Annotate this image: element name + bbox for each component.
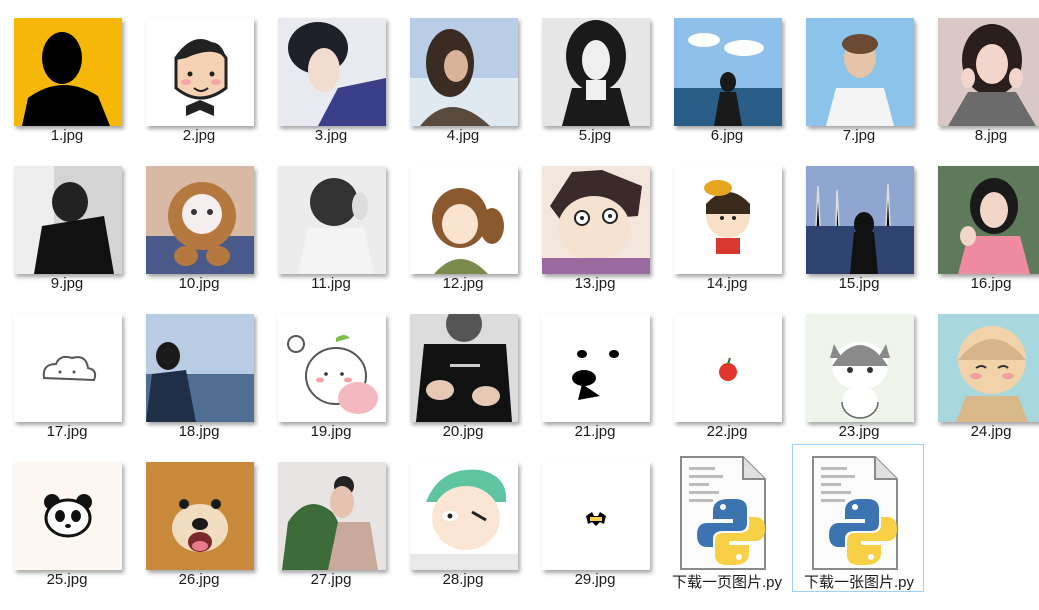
file-name-label: 2.jpg bbox=[182, 127, 216, 144]
image-file-item[interactable]: 24.jpg bbox=[924, 296, 1039, 444]
cute-sprout-image-icon bbox=[278, 314, 386, 422]
file-name-label: 8.jpg bbox=[974, 127, 1008, 144]
harbor-girl-photo-icon bbox=[806, 166, 914, 274]
image-file-item[interactable]: 7.jpg bbox=[792, 0, 924, 148]
file-name-label: 14.jpg bbox=[706, 275, 748, 292]
man-bw-photo-icon bbox=[14, 166, 122, 274]
file-name-label: 15.jpg bbox=[838, 275, 880, 292]
image-file-item[interactable]: 8.jpg bbox=[924, 0, 1039, 148]
batman-logo-image-icon bbox=[542, 462, 650, 570]
file-name-label: 10.jpg bbox=[178, 275, 220, 292]
woman-bw-photo-icon bbox=[542, 18, 650, 126]
file-name-label: 28.jpg bbox=[442, 571, 484, 588]
image-file-item[interactable]: 16.jpg bbox=[924, 148, 1039, 296]
file-name-label: 25.jpg bbox=[46, 571, 88, 588]
man-sea-photo-icon bbox=[146, 314, 254, 422]
file-name-label: 24.jpg bbox=[970, 423, 1012, 440]
cloud-doodle-image-icon bbox=[14, 314, 122, 422]
file-name-label: 7.jpg bbox=[842, 127, 876, 144]
file-name-label: 1.jpg bbox=[50, 127, 84, 144]
file-name-label: 5.jpg bbox=[578, 127, 612, 144]
file-grid: 1.jpg 2.jpg 3.jpg 4.jpg 5.jpg 6.jpg 7.jpg 8.jpg… bbox=[0, 0, 1039, 610]
python-file-item[interactable]: 下载一页图片.py bbox=[660, 444, 792, 592]
image-file-item[interactable]: 15.jpg bbox=[792, 148, 924, 296]
file-name-label: 4.jpg bbox=[446, 127, 480, 144]
cat-hood-photo-icon bbox=[146, 166, 254, 274]
file-name-label: 6.jpg bbox=[710, 127, 744, 144]
doge-face-image-icon bbox=[542, 314, 650, 422]
image-file-item[interactable]: 14.jpg bbox=[660, 148, 792, 296]
image-file-item[interactable]: 10.jpg bbox=[132, 148, 264, 296]
image-file-item[interactable]: 1.jpg bbox=[0, 0, 132, 148]
image-file-item[interactable]: 11.jpg bbox=[264, 148, 396, 296]
man-black-shirt-photo-icon bbox=[410, 314, 518, 422]
file-name-label: 29.jpg bbox=[574, 571, 616, 588]
apple-image-icon bbox=[674, 314, 782, 422]
man-blue-photo-icon bbox=[806, 18, 914, 126]
file-name-label: 16.jpg bbox=[970, 275, 1012, 292]
cartoon-kid-image-icon bbox=[674, 166, 782, 274]
file-name-label: 26.jpg bbox=[178, 571, 220, 588]
image-file-item[interactable]: 29.jpg bbox=[528, 444, 660, 592]
panda-face-image-icon bbox=[14, 462, 122, 570]
file-name-label: 3.jpg bbox=[314, 127, 348, 144]
image-file-item[interactable]: 2.jpg bbox=[132, 0, 264, 148]
file-name-label: 20.jpg bbox=[442, 423, 484, 440]
python-file-item[interactable]: 下载一张图片.py bbox=[792, 444, 924, 592]
girl-portrait-photo-icon bbox=[938, 18, 1039, 126]
image-file-item[interactable]: 17.jpg bbox=[0, 296, 132, 444]
file-name-label: 19.jpg bbox=[310, 423, 352, 440]
zoro-anime-image-icon bbox=[410, 462, 518, 570]
anime-girl-image-icon bbox=[410, 166, 518, 274]
file-name-label: 17.jpg bbox=[46, 423, 88, 440]
cartoon-boy-image-icon bbox=[146, 18, 254, 126]
sea-girl-photo-icon bbox=[674, 18, 782, 126]
image-file-item[interactable]: 3.jpg bbox=[264, 0, 396, 148]
girl-bw-photo-icon bbox=[278, 166, 386, 274]
image-file-item[interactable]: 12.jpg bbox=[396, 148, 528, 296]
file-name-label: 9.jpg bbox=[50, 275, 84, 292]
file-name-label: 18.jpg bbox=[178, 423, 220, 440]
image-file-item[interactable]: 28.jpg bbox=[396, 444, 528, 592]
image-file-item[interactable]: 6.jpg bbox=[660, 0, 792, 148]
cartoon-cat-image-icon bbox=[806, 314, 914, 422]
girl-plant-photo-icon bbox=[278, 462, 386, 570]
cartoon-monk-image-icon bbox=[938, 314, 1039, 422]
image-file-item[interactable]: 23.jpg bbox=[792, 296, 924, 444]
python-file-icon bbox=[805, 453, 915, 573]
file-name-label: 11.jpg bbox=[311, 275, 351, 292]
image-file-item[interactable]: 26.jpg bbox=[132, 444, 264, 592]
file-name-label: 下载一页图片.py bbox=[671, 574, 782, 591]
python-file-icon bbox=[673, 453, 783, 573]
file-name-label: 13.jpg bbox=[574, 275, 616, 292]
file-name-label: 27.jpg bbox=[310, 571, 352, 588]
anime-boy-image-icon bbox=[542, 166, 650, 274]
file-name-label: 下载一张图片.py bbox=[803, 574, 914, 591]
girl-smile-photo-icon bbox=[938, 166, 1039, 274]
file-name-label: 21.jpg bbox=[574, 423, 616, 440]
image-file-item[interactable]: 22.jpg bbox=[660, 296, 792, 444]
file-name-label: 23.jpg bbox=[838, 423, 880, 440]
shiba-dog-photo-icon bbox=[146, 462, 254, 570]
image-file-item[interactable]: 19.jpg bbox=[264, 296, 396, 444]
image-file-item[interactable]: 9.jpg bbox=[0, 148, 132, 296]
image-file-item[interactable]: 27.jpg bbox=[264, 444, 396, 592]
image-file-item[interactable]: 4.jpg bbox=[396, 0, 528, 148]
woman-sky-photo-icon bbox=[410, 18, 518, 126]
image-file-item[interactable]: 25.jpg bbox=[0, 444, 132, 592]
image-file-item[interactable]: 20.jpg bbox=[396, 296, 528, 444]
image-file-item[interactable]: 18.jpg bbox=[132, 296, 264, 444]
image-file-item[interactable]: 13.jpg bbox=[528, 148, 660, 296]
silhouette-image-icon bbox=[14, 18, 122, 126]
image-file-item[interactable]: 5.jpg bbox=[528, 0, 660, 148]
file-name-label: 12.jpg bbox=[442, 275, 484, 292]
anime-portrait-image-icon bbox=[278, 18, 386, 126]
file-name-label: 22.jpg bbox=[706, 423, 748, 440]
image-file-item[interactable]: 21.jpg bbox=[528, 296, 660, 444]
